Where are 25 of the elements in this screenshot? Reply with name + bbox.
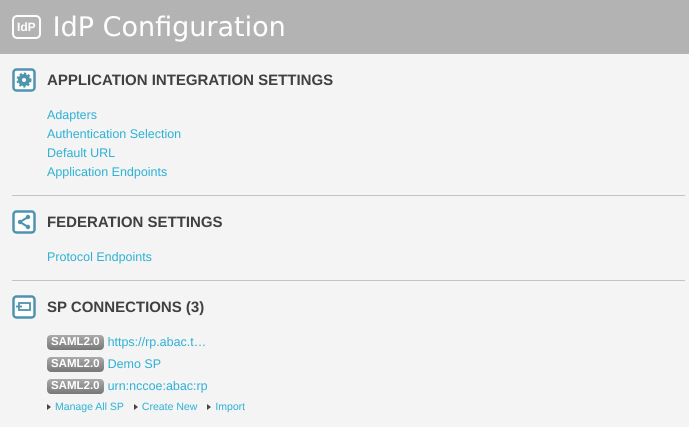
nav-link[interactable]: Protocol Endpoints bbox=[47, 248, 685, 267]
share-icon bbox=[12, 210, 36, 234]
gear-icon bbox=[12, 68, 36, 92]
triangle-icon bbox=[134, 404, 138, 410]
nav-link[interactable]: Adapters bbox=[47, 106, 685, 125]
logo: IdP bbox=[12, 15, 41, 39]
section-title: FEDERATION SETTINGS bbox=[47, 214, 223, 230]
action-link[interactable]: Manage All SP bbox=[47, 400, 124, 414]
action-link[interactable]: Create New bbox=[134, 400, 198, 414]
nav-link[interactable]: Application Endpoints bbox=[47, 163, 685, 182]
connection-link[interactable]: urn:nccoe:abac:rp bbox=[108, 377, 208, 396]
connection-link[interactable]: Demo SP bbox=[108, 355, 162, 374]
protocol-badge: SAML2.0 bbox=[47, 379, 104, 394]
triangle-icon bbox=[207, 404, 212, 410]
monitor-icon bbox=[12, 295, 36, 319]
protocol-badge: SAML2.0 bbox=[47, 357, 104, 372]
nav-link[interactable]: Authentication Selection bbox=[47, 125, 685, 144]
nav-link[interactable]: Default URL bbox=[47, 144, 685, 163]
section-title: SP CONNECTIONS (3) bbox=[47, 298, 204, 316]
section-title: APPLICATION INTEGRATION SETTINGS bbox=[47, 72, 334, 88]
page-title: IdP Configuration bbox=[52, 12, 286, 42]
triangle-icon bbox=[47, 404, 51, 410]
connection-link[interactable]: https://rp.abac.t… bbox=[108, 333, 206, 352]
action-link[interactable]: Import bbox=[207, 400, 246, 414]
protocol-badge: SAML2.0 bbox=[47, 335, 104, 350]
